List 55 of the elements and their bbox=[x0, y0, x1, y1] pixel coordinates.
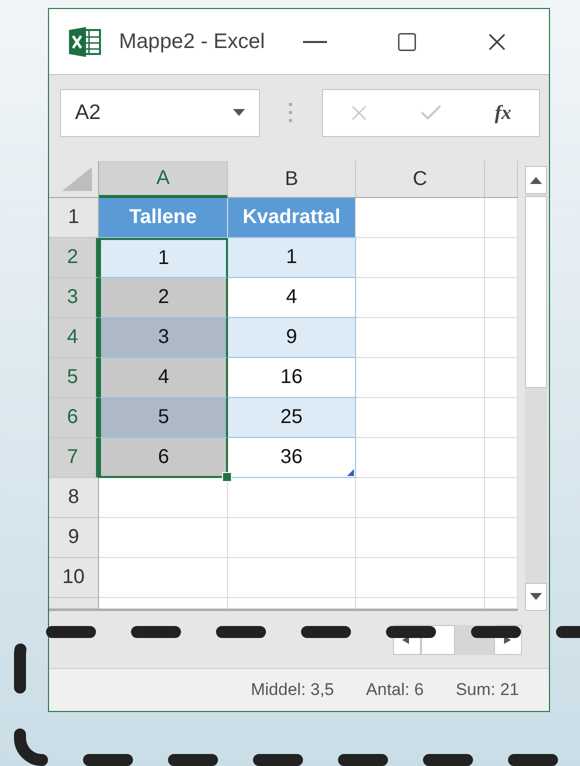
column-header[interactable]: C bbox=[356, 161, 485, 198]
table-cell bbox=[485, 558, 518, 598]
minimize-icon bbox=[302, 40, 327, 42]
status-text: Antal: 6 bbox=[366, 680, 424, 700]
fill-handle[interactable] bbox=[222, 472, 232, 482]
column-header[interactable]: A bbox=[99, 161, 228, 198]
table-cell bbox=[485, 318, 518, 358]
spreadsheet-logo-icon bbox=[69, 26, 101, 56]
corner-triangle-icon bbox=[62, 167, 92, 191]
table-cell: 9 bbox=[228, 318, 356, 358]
vertical-scrollbar[interactable] bbox=[525, 166, 547, 611]
row-header[interactable]: 3 bbox=[49, 278, 99, 318]
dropdown-caret-icon bbox=[233, 109, 245, 117]
row-header[interactable]: 6 bbox=[49, 398, 99, 438]
table-cell bbox=[485, 518, 518, 558]
table-cell bbox=[485, 238, 518, 278]
row-header[interactable]: 1 bbox=[49, 198, 99, 238]
table-cell: 2 bbox=[99, 278, 228, 318]
status-text: Middel: 3,5 bbox=[250, 680, 334, 700]
row-header[interactable]: 10 bbox=[49, 558, 99, 598]
window-title: Mappe2 - Excel bbox=[119, 30, 265, 54]
table-cell bbox=[485, 478, 518, 518]
column-title-cell: Tallene bbox=[99, 198, 228, 238]
row-header[interactable]: 2 bbox=[49, 238, 99, 278]
down-arrow-icon bbox=[530, 593, 542, 601]
table-cell bbox=[485, 438, 518, 478]
up-arrow-icon bbox=[530, 176, 542, 184]
maximize-icon bbox=[396, 30, 418, 52]
grip-icon bbox=[289, 103, 293, 123]
row-header[interactable]: 9 bbox=[49, 518, 99, 558]
scroll-up-button[interactable] bbox=[525, 166, 547, 194]
table-cell bbox=[485, 198, 518, 238]
row-header[interactable]: 8 bbox=[49, 478, 99, 518]
table-cell: 25 bbox=[228, 398, 356, 438]
table-cell: 4 bbox=[228, 278, 356, 318]
name-box[interactable]: A2 bbox=[60, 89, 260, 137]
column-title-cell: Kvadrattal bbox=[228, 198, 356, 238]
row-header[interactable]: 5 bbox=[49, 358, 99, 398]
table-cell: 1 bbox=[99, 238, 228, 278]
status-text: Sum: 21 bbox=[456, 680, 519, 700]
table-cell: 16 bbox=[228, 358, 356, 398]
table-cell: 1 bbox=[228, 238, 356, 278]
table-cell: 5 bbox=[99, 398, 228, 438]
resize-handle-icon[interactable] bbox=[347, 469, 354, 476]
table-cell: 3 bbox=[99, 318, 228, 358]
row-header[interactable]: 7 bbox=[49, 438, 99, 478]
table-cell bbox=[485, 358, 518, 398]
table-cell bbox=[485, 398, 518, 438]
scroll-thumb[interactable] bbox=[525, 196, 547, 388]
column-header[interactable]: B bbox=[228, 161, 356, 198]
row-header[interactable]: 4 bbox=[49, 318, 99, 358]
insert-function-button[interactable]: fx bbox=[490, 102, 516, 124]
table-cell bbox=[485, 278, 518, 318]
scroll-down-button[interactable] bbox=[525, 583, 547, 611]
table-cell: 4 bbox=[99, 358, 228, 398]
